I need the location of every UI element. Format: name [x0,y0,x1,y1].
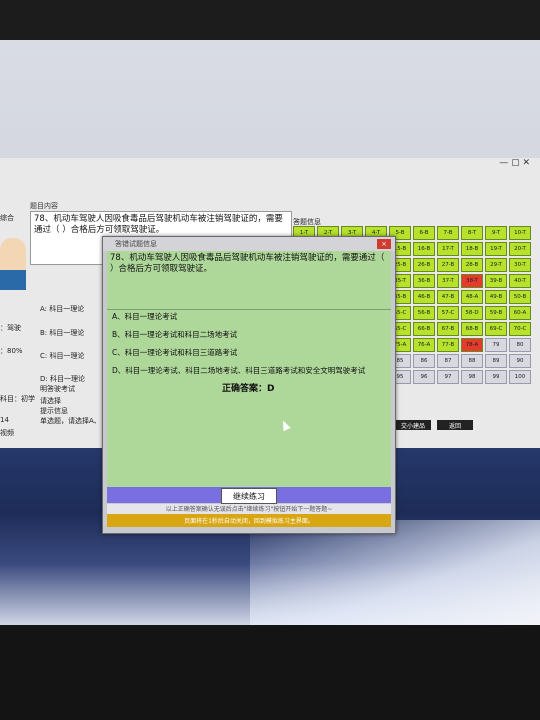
answer-grid-cell[interactable]: 7-B [437,226,459,240]
answer-grid-cell[interactable]: 76-A [413,338,435,352]
avatar [0,238,26,290]
continue-practice-button[interactable]: 继续练习 [221,488,277,504]
side-option-c[interactable]: C: 科目一理论 [40,351,84,361]
dialog-option-b: B、科目一理论考试和科目二场地考试 [112,330,238,339]
answer-grid-cell[interactable]: 88 [461,354,483,368]
answer-grid-cell[interactable]: 27-B [437,258,459,272]
answer-grid-cell[interactable]: 16-B [413,242,435,256]
answer-grid-cell[interactable]: 56-B [413,306,435,320]
left-text-2: ：80% [0,347,23,355]
answer-grid-cell[interactable]: 38-T [461,274,483,288]
side-option-d[interactable]: D: 科目一理论 [40,374,85,384]
close-icon[interactable]: × [377,239,391,249]
answer-grid-cell[interactable]: 57-C [437,306,459,320]
left-text-5: 视频 [0,429,14,437]
dialog-titlebar[interactable]: 答错试题信息 × [103,237,395,251]
submit-button[interactable]: 交小建品 [395,420,431,430]
answer-grid-cell[interactable]: 77-B [437,338,459,352]
answer-grid-cell[interactable]: 86 [413,354,435,368]
answer-grid-cell[interactable]: 100 [509,370,531,384]
answer-grid-cell[interactable]: 99 [485,370,507,384]
monitor-bezel-top [0,0,540,40]
answer-grid-cell[interactable]: 19-T [485,242,507,256]
answer-grid-cell[interactable]: 89 [485,354,507,368]
dialog-title: 答错试题信息 [115,240,157,248]
divider [107,309,391,310]
dialog-body: 78、机动车驾驶人因吸食毒品后驾驶机动车被注销驾驶证的，需要通过（ ）合格后方可… [107,251,391,487]
answer-grid-cell[interactable]: 59-B [485,306,507,320]
status-text-1: 提示信息 [40,407,68,415]
answer-grid-cell[interactable]: 48-A [461,290,483,304]
answer-grid-cell[interactable]: 80 [509,338,531,352]
window-controls[interactable]: — ▢ ✕ [499,158,530,168]
screen: — ▢ ✕ 题目内容 78、机动车驾驶人因吸食毒品后驾驶机动车被注销驾驶证的，需… [0,40,540,625]
answer-grid-cell[interactable]: 6-B [413,226,435,240]
return-button[interactable]: 返回 [437,420,473,430]
answer-grid-cell[interactable]: 9-T [485,226,507,240]
answer-grid-cell[interactable]: 68-B [461,322,483,336]
answer-grid-cell[interactable]: 29-T [485,258,507,272]
auto-close-notice: 页面将在1秒后自动关闭，回到模拟练习主界面。 [107,514,391,527]
answer-grid-cell[interactable]: 40-T [509,274,531,288]
answer-grid-cell[interactable]: 26-B [413,258,435,272]
answer-grid-cell[interactable]: 58-D [461,306,483,320]
answer-grid-cell[interactable]: 10-T [509,226,531,240]
answer-grid-cell[interactable]: 18-B [461,242,483,256]
answer-grid-cell[interactable]: 47-B [437,290,459,304]
hint-text: 以上正确答案确认无误后点击"继续练习"按钮开始下一题答题~ [107,504,391,514]
answer-grid-cell[interactable]: 79 [485,338,507,352]
left-text-3: 科目：初学 [0,395,35,403]
answer-grid-cell[interactable]: 8-T [461,226,483,240]
answer-grid-cell[interactable]: 66-B [413,322,435,336]
answer-grid-cell[interactable]: 36-B [413,274,435,288]
left-text-4: 14 [0,416,9,424]
correct-answer: 正确答案：D [222,384,275,394]
answer-grid-cell[interactable]: 37-T [437,274,459,288]
side-option-a[interactable]: A: 科目一理论 [40,304,84,314]
monitor-bezel-bottom [0,625,540,720]
wrong-answer-dialog: 答错试题信息 × 78、机动车驾驶人因吸食毒品后驾驶机动车被注销驾驶证的，需要通… [102,236,396,534]
left-text-1: ：驾驶 [0,324,21,332]
answer-grid-cell[interactable]: 96 [413,370,435,384]
dialog-option-c: C、科目一理论考试和科目三道路考试 [112,348,238,357]
answer-grid-cell[interactable]: 49-B [485,290,507,304]
answer-grid-cell[interactable]: 30-T [509,258,531,272]
side-option-b[interactable]: B: 科目一理论 [40,328,84,338]
answer-grid-cell[interactable]: 17-T [437,242,459,256]
dialog-option-a: A、科目一理论考试 [112,312,178,321]
answer-grid-cell[interactable]: 97 [437,370,459,384]
dialog-question-text: 78、机动车驾驶人因吸食毒品后驾驶机动车被注销驾驶证的，需要通过（ ）合格后方可… [110,253,385,274]
wallpaper-snow [250,520,540,625]
answer-grid-cell[interactable]: 69-C [485,322,507,336]
question-text: 78、机动车驾驶人因吸食毒品后驾驶机动车被注销驾驶证的，需要通过（ ）合格后方可… [34,214,283,235]
left-text-0: 综合 [0,214,14,222]
answer-grid-cell[interactable]: 90 [509,354,531,368]
answer-grid-cell[interactable]: 70-C [509,322,531,336]
answer-grid-cell[interactable]: 67-B [437,322,459,336]
status-text-0: 请选择 [40,397,61,405]
question-area-label: 题目内容 [30,202,58,210]
dialog-option-d: D、科目一理论考试、科目二场地考试、科目三道路考试和安全文明驾驶考试 [112,366,366,375]
answer-grid-cell[interactable]: 78-A [461,338,483,352]
status-text-2: 单选题，请选择A、 [40,417,101,425]
answer-grid-cell[interactable]: 46-B [413,290,435,304]
answer-grid-cell[interactable]: 60-A [509,306,531,320]
status-text-3: 明答驶考试 [40,385,75,393]
answer-grid-cell[interactable]: 28-B [461,258,483,272]
answer-grid-cell[interactable]: 20-T [509,242,531,256]
answer-grid-cell[interactable]: 39-B [485,274,507,288]
answer-grid-cell[interactable]: 87 [437,354,459,368]
answer-grid-cell[interactable]: 98 [461,370,483,384]
answer-grid-cell[interactable]: 50-B [509,290,531,304]
